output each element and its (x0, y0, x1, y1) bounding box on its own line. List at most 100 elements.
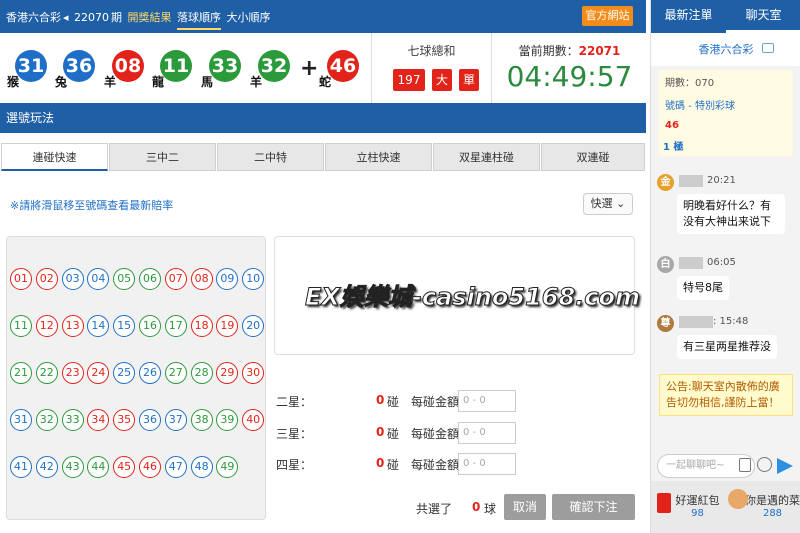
tv-icon[interactable] (762, 43, 774, 53)
number-ball[interactable]: 13 (61, 315, 84, 337)
breadcrumb: 香港六合彩 ◂ 22070 期 開獎結果 落球順序 大小順序 (6, 9, 273, 30)
number-ball[interactable]: 21 (10, 362, 32, 384)
number-ball[interactable]: 25 (113, 362, 136, 384)
total-unit: 球 (484, 502, 497, 516)
number-ball[interactable]: 05 (113, 268, 136, 290)
bet-label: 四星： (276, 458, 313, 472)
number-ball[interactable]: 44 (87, 456, 110, 478)
sidebar: 最新注單 聊天室 香港六合彩 期數：070 號碼 - 特別彩球 46 1 極 金… (650, 0, 800, 533)
tab-two-hit-special[interactable]: 二中特 (217, 143, 324, 171)
draw-ball: 36 (63, 50, 95, 82)
number-ball[interactable]: 49 (216, 456, 239, 478)
bet-count: 0 (376, 393, 385, 407)
card-period: 期數：070 (665, 78, 715, 89)
avatar[interactable]: 白 (657, 256, 674, 273)
cancel-button[interactable]: 取消 (504, 494, 546, 520)
number-ball[interactable]: 43 (61, 456, 84, 478)
draw-ball: 33 (209, 50, 241, 82)
tab-latest-bets[interactable]: 最新注單 (651, 0, 726, 33)
send-icon[interactable] (777, 458, 793, 474)
zodiac-label: 羊 (250, 75, 263, 89)
number-ball[interactable]: 18 (190, 315, 213, 337)
number-ball[interactable]: 12 (35, 315, 58, 337)
number-ball[interactable]: 07 (164, 268, 187, 290)
number-ball[interactable]: 45 (113, 456, 136, 478)
total-label: 共選了 (416, 502, 453, 516)
sum-panel: 七球總和 197 大 單 (371, 33, 492, 103)
size-order-link[interactable]: 大小順序 (227, 11, 271, 24)
number-ball[interactable]: 47 (164, 456, 187, 478)
number-ball[interactable]: 42 (35, 456, 58, 478)
draw-ball: 08 (112, 50, 144, 82)
bet-count: 0 (376, 456, 385, 470)
number-ball[interactable]: 03 (61, 268, 84, 290)
number-ball[interactable]: 26 (139, 362, 161, 384)
number-ball[interactable]: 10 (242, 268, 265, 290)
number-ball[interactable]: 27 (164, 362, 187, 384)
tab-double-combo[interactable]: 双連碰 (541, 143, 645, 171)
zodiac-label: 猴 (7, 75, 20, 89)
number-ball[interactable]: 15 (113, 315, 136, 337)
number-ball[interactable]: 29 (216, 362, 239, 384)
number-ball[interactable]: 11 (10, 315, 32, 337)
number-ball[interactable]: 14 (87, 315, 110, 337)
bet-count: 0 (376, 425, 385, 439)
chat-lottery-name: 香港六合彩 (651, 33, 800, 66)
share-icon[interactable] (739, 458, 751, 472)
chat-input-bar: 一起聊聊吧~ (651, 450, 800, 480)
number-ball[interactable]: 17 (164, 315, 187, 337)
number-ball[interactable]: 37 (164, 409, 187, 431)
number-ball[interactable]: 31 (10, 409, 32, 431)
number-ball[interactable]: 32 (35, 409, 58, 431)
number-ball[interactable]: 19 (216, 315, 239, 337)
number-ball[interactable]: 41 (10, 456, 32, 478)
number-ball[interactable]: 40 (242, 409, 265, 431)
zodiac-label: 馬 (201, 75, 214, 89)
avatar[interactable]: 尊 (657, 315, 674, 332)
number-ball[interactable]: 01 (10, 268, 32, 290)
number-ball[interactable]: 16 (139, 315, 161, 337)
tab-double-star-column[interactable]: 双星連柱碰 (433, 143, 540, 171)
number-ball[interactable]: 04 (87, 268, 110, 290)
period-number: 22070 (74, 11, 110, 24)
number-ball[interactable]: 08 (190, 268, 213, 290)
number-ball[interactable]: 02 (35, 268, 58, 290)
quick-select-dropdown[interactable]: 快選 ⌄ (583, 193, 633, 215)
red-envelope-promo[interactable]: 好運紅包 98 (651, 481, 726, 533)
number-ball[interactable]: 36 (139, 409, 161, 431)
official-site-button[interactable]: 官方網站 (582, 6, 633, 26)
confirm-bet-button[interactable]: 確認下注 (552, 494, 635, 520)
number-ball[interactable]: 24 (87, 362, 110, 384)
sidebar-tabs: 最新注單 聊天室 (651, 0, 800, 33)
tab-three-hit-two[interactable]: 三中二 (109, 143, 216, 171)
number-ball[interactable]: 34 (87, 409, 110, 431)
bet-amount-input[interactable]: 0 - 0 (458, 390, 516, 412)
emoji-icon[interactable] (757, 457, 772, 472)
tab-chat-room[interactable]: 聊天室 (726, 0, 800, 33)
lottery-name[interactable]: 香港六合彩 (6, 11, 61, 24)
fall-order-link[interactable]: 落球順序 (177, 11, 222, 30)
tab-column-quick[interactable]: 立柱快速 (325, 143, 432, 171)
message-time: 06:05 (707, 257, 736, 268)
card-bet: 1 極 (663, 142, 684, 153)
bet-amount-input[interactable]: 0 - 0 (458, 422, 516, 444)
number-ball[interactable]: 30 (242, 362, 265, 384)
number-ball[interactable]: 22 (35, 362, 58, 384)
number-ball[interactable]: 46 (139, 456, 161, 478)
number-ball[interactable]: 48 (190, 456, 213, 478)
number-ball[interactable]: 38 (190, 409, 213, 431)
number-ball[interactable]: 33 (61, 409, 84, 431)
tab-quick-combo[interactable]: 連碰快速 (1, 143, 108, 171)
sum-label: 七球總和 (407, 44, 456, 58)
avatar[interactable]: 金 (657, 174, 674, 191)
number-ball[interactable]: 09 (216, 268, 239, 290)
number-ball[interactable]: 35 (113, 409, 136, 431)
results-link[interactable]: 開獎結果 (128, 11, 172, 24)
number-ball[interactable]: 20 (242, 315, 265, 337)
number-ball[interactable]: 28 (190, 362, 213, 384)
number-ball[interactable]: 23 (61, 362, 84, 384)
number-ball[interactable]: 39 (216, 409, 239, 431)
bet-amount-input[interactable]: 0 - 0 (458, 453, 516, 475)
period-suffix: 期 (111, 11, 123, 24)
number-ball[interactable]: 06 (139, 268, 161, 290)
